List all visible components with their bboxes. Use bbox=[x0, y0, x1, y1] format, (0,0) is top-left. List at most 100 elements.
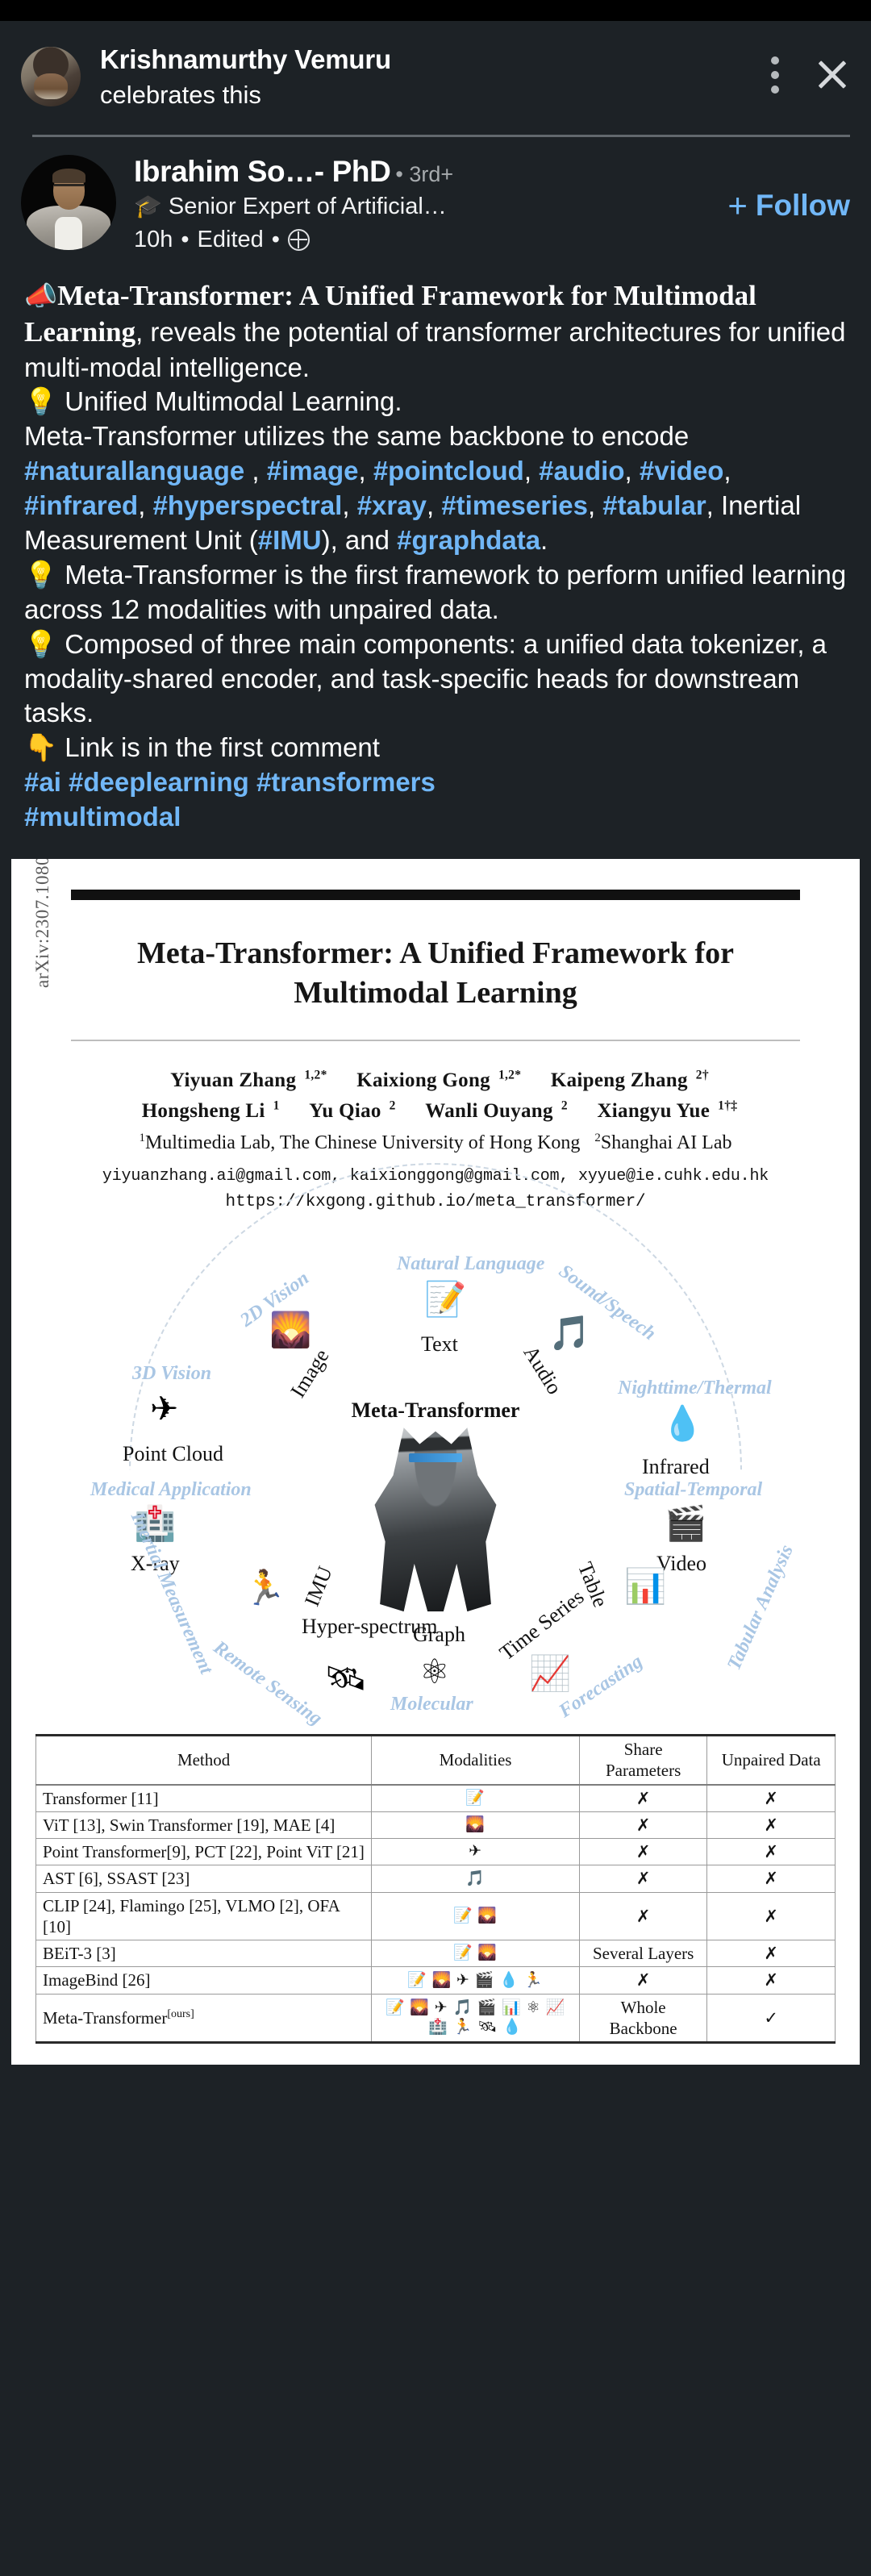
post-body: 📣Meta-Transformer: A Unified Framework f… bbox=[0, 253, 871, 835]
author-avatar[interactable] bbox=[21, 154, 116, 250]
hashtag-naturallanguage[interactable]: #naturallanguage bbox=[24, 456, 244, 486]
author-name[interactable]: Ibrahim So…- PhD bbox=[134, 155, 391, 189]
post-image-paper-preview[interactable]: arXiv:2307.10802v1 [cs.CV] 20 Jul 2023 M… bbox=[11, 859, 860, 2065]
hashtag-imu[interactable]: #IMU bbox=[258, 525, 322, 555]
th-unpaired-data: Unpaired Data bbox=[706, 1734, 836, 1786]
paper-authors-line-2: Hongsheng Li 1 Yu Qiao 2 Wanli Ouyang 2 Xia… bbox=[11, 1096, 860, 1127]
ours-marker: [ours] bbox=[167, 2007, 194, 2020]
megaphone-icon: 📣 bbox=[24, 280, 58, 311]
post-author-row: Ibrahim So…- PhD • 3rd+ 🎓 Senior Expert … bbox=[0, 137, 871, 253]
hashtag-hyperspectral[interactable]: #hyperspectral bbox=[153, 490, 343, 520]
cell-unpaired: ✓ bbox=[706, 1993, 836, 2045]
post-line-first-framework: Meta-Transformer is the first framework … bbox=[24, 559, 847, 624]
bulb-icon-1: 💡 bbox=[24, 386, 58, 417]
point-down-icon: 👇 bbox=[24, 732, 58, 763]
hashtag-video[interactable]: #video bbox=[640, 456, 724, 486]
status-bar bbox=[0, 0, 871, 21]
hashtag-transformers[interactable]: #transformers bbox=[256, 767, 436, 797]
post-paragraph-first-framework: 💡 Meta-Transformer is the first framewor… bbox=[24, 558, 847, 627]
post-edited-label: Edited bbox=[197, 226, 264, 252]
cell-unpaired: ✗ bbox=[706, 1838, 836, 1866]
hashtag-timeseries[interactable]: #timeseries bbox=[441, 490, 588, 520]
paper-author-6: Wanli Ouyang 2 bbox=[425, 1098, 568, 1122]
cell-share: ✗ bbox=[578, 1891, 708, 1941]
cell-unpaired: ✗ bbox=[706, 1891, 836, 1941]
post-footer-hashtags: #ai #deeplearning #transformers #multimod… bbox=[24, 765, 847, 835]
paper-authors-line-1: Yiyuan Zhang 1,2* Kaixiong Gong 1,2* Kaipe… bbox=[11, 1065, 860, 1096]
cell-method: Transformer [11] bbox=[35, 1784, 373, 1812]
post-time: 10h bbox=[134, 226, 173, 252]
segment-outer-nighttime-thermal: Nighttime/Thermal bbox=[618, 1378, 772, 1399]
table-row: CLIP [24], Flamingo [25], VLMO [2], OFA … bbox=[35, 1891, 836, 1941]
celebrate-action-text: celebrates this bbox=[100, 81, 261, 110]
table-icon: 📊 bbox=[624, 1567, 667, 1606]
cell-share: ✗ bbox=[578, 1784, 708, 1812]
comparison-table-wrap: Method Modalities Share Parameters Unpai… bbox=[11, 1719, 860, 2065]
table-row: AST [6], SSAST [23] 🎵 ✗ ✗ bbox=[35, 1865, 836, 1893]
hashtag-infrared[interactable]: #infrared bbox=[24, 490, 138, 520]
hashtag-deeplearning[interactable]: #deeplearning bbox=[69, 767, 249, 797]
video-icon: 🎬 bbox=[665, 1504, 707, 1543]
imu-suffix: ), and bbox=[321, 525, 398, 555]
plus-icon: + bbox=[727, 185, 748, 224]
bulb-icon-3: 💡 bbox=[24, 628, 58, 659]
modality-wheel-figure: Meta-Transformer Natural Language 📝 Text… bbox=[11, 1163, 860, 1730]
th-modalities: Modalities bbox=[371, 1734, 580, 1786]
hashtag-graphdata[interactable]: #graphdata bbox=[397, 525, 540, 555]
paper-page: arXiv:2307.10802v1 [cs.CV] 20 Jul 2023 M… bbox=[11, 859, 860, 2065]
cell-share: ✗ bbox=[578, 1865, 708, 1893]
point-cloud-icon: ✈ bbox=[150, 1390, 179, 1428]
post-line-components: Composed of three main components: a uni… bbox=[24, 628, 827, 728]
post-paragraph-components: 💡 Composed of three main components: a u… bbox=[24, 627, 847, 732]
affil-2: Shanghai AI Lab bbox=[600, 1132, 732, 1154]
hashtag-pointcloud[interactable]: #pointcloud bbox=[373, 456, 524, 486]
paper-top-rule bbox=[71, 890, 800, 901]
segment-outer-3d-vision: 3D Vision bbox=[132, 1363, 212, 1385]
hashtag-audio[interactable]: #audio bbox=[539, 456, 624, 486]
hashtag-xray[interactable]: #xray bbox=[357, 490, 427, 520]
paper-author-7: Xiangyu Yue 1†‡ bbox=[597, 1098, 738, 1122]
post-backbone-text: Meta-Transformer utilizes the same backb… bbox=[24, 421, 690, 452]
table-row: ImageBind [26] 📝 🌄 ✈ 🎬 💧 🏃 ✗ ✗ bbox=[35, 1966, 836, 1995]
author-name-row: Ibrahim So…- PhD • 3rd+ bbox=[134, 155, 850, 189]
cell-method: Meta-Transformer[ours] bbox=[35, 1993, 373, 2045]
comparison-table: Method Modalities Share Parameters Unpai… bbox=[35, 1734, 836, 2045]
cell-modalities: 📝 🌄 bbox=[371, 1891, 580, 1941]
table-row: Meta-Transformer[ours] 📝 🌄 ✈ 🎵 🎬 📊 ⚛ 📈 🏥… bbox=[35, 1993, 836, 2045]
celebrator-text: Krishnamurthy Vemuru celebrates this bbox=[100, 44, 771, 112]
hashtag-tabular[interactable]: #tabular bbox=[602, 490, 706, 520]
image-icon: 🌄 bbox=[269, 1311, 312, 1349]
author-headline: Senior Expert of Artificial… bbox=[168, 193, 447, 219]
segment-outer-medical-application: Medical Application bbox=[90, 1479, 252, 1501]
paper-author-5: Yu Qiao 2 bbox=[309, 1098, 396, 1122]
table-row: Point Transformer[9], PCT [22], Point Vi… bbox=[35, 1838, 836, 1866]
segment-outer-natural-language: Natural Language bbox=[397, 1253, 545, 1275]
cell-method: CLIP [24], Flamingo [25], VLMO [2], OFA … bbox=[35, 1891, 373, 1941]
celebrator-avatar[interactable] bbox=[21, 47, 81, 106]
hashtag-ai[interactable]: #ai bbox=[24, 767, 61, 797]
more-options-icon[interactable] bbox=[771, 56, 779, 94]
infrared-icon: 💧 bbox=[661, 1404, 704, 1443]
cell-share: ✗ bbox=[578, 1811, 708, 1840]
timeseries-icon: 📈 bbox=[529, 1654, 572, 1693]
table-row: ViT [13], Swin Transformer [19], MAE [4]… bbox=[35, 1811, 836, 1840]
post-meta-row: 10h • Edited • bbox=[134, 227, 850, 253]
graph-suffix: . bbox=[540, 525, 548, 555]
table-row: BEiT-3 [3] 📝 🌄 Several Layers ✗ bbox=[35, 1940, 836, 1968]
paper-affiliations: 1Multimedia Lab, The Chinese University … bbox=[11, 1128, 860, 1158]
celebrate-header: Krishnamurthy Vemuru celebrates this bbox=[0, 21, 871, 112]
cell-modalities: 🎵 bbox=[371, 1865, 580, 1893]
cell-unpaired: ✗ bbox=[706, 1966, 836, 1995]
linkedin-post-view: Krishnamurthy Vemuru celebrates this Ibr… bbox=[0, 21, 871, 2576]
hashtag-image[interactable]: #image bbox=[267, 456, 359, 486]
cell-method: BEiT-3 [3] bbox=[35, 1940, 373, 1968]
hashtag-multimodal[interactable]: #multimodal bbox=[24, 802, 181, 832]
post-title-rest: , reveals the potential of transformer a… bbox=[24, 317, 846, 382]
close-icon[interactable] bbox=[815, 56, 850, 92]
paper-author-3: Kaipeng Zhang 2† bbox=[550, 1068, 709, 1092]
celebrator-name[interactable]: Krishnamurthy Vemuru bbox=[100, 44, 771, 76]
table-body: Transformer [11] 📝 ✗ ✗ ViT [13], Swin Tr… bbox=[35, 1784, 836, 2045]
meta-dot-1: • bbox=[181, 226, 190, 252]
follow-button[interactable]: + Follow bbox=[727, 189, 850, 223]
segment-inner-imu: IMU bbox=[299, 1563, 337, 1610]
